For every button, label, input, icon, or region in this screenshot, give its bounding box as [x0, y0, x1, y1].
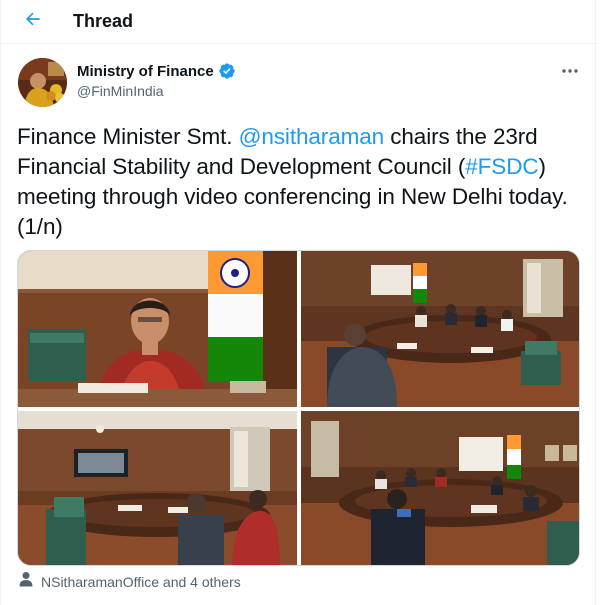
photo-2[interactable]: [301, 251, 579, 407]
tweet-text-part: Finance Minister Smt.: [17, 124, 239, 149]
page-title: Thread: [73, 11, 134, 31]
media-grid: [17, 250, 580, 566]
author-name[interactable]: Ministry of Finance: [77, 63, 214, 80]
mention-link[interactable]: @nsitharaman: [239, 124, 385, 149]
person-icon: [19, 571, 33, 592]
liked-by-text: NSitharamanOffice and 4 others: [41, 573, 241, 590]
arrow-left-icon: [23, 9, 43, 34]
hashtag-link[interactable]: #FSDC: [465, 154, 538, 179]
author-name-row: Ministry of Finance: [77, 62, 236, 80]
more-horizontal-icon: [561, 61, 579, 79]
back-button[interactable]: [15, 4, 51, 40]
photo-4[interactable]: [301, 411, 579, 565]
verified-badge-icon: [218, 62, 236, 80]
author-handle[interactable]: @FinMinIndia: [77, 83, 164, 99]
tweet-text: Finance Minister Smt. @nsitharaman chair…: [17, 122, 577, 242]
liked-by-row[interactable]: NSitharamanOffice and 4 others: [19, 571, 241, 592]
avatar[interactable]: [18, 58, 67, 107]
thread-header: Thread: [1, 0, 597, 44]
photo-1[interactable]: [18, 251, 297, 407]
more-options-button[interactable]: [556, 60, 584, 80]
photo-3[interactable]: [18, 411, 297, 565]
thread-view: Thread Ministry of Finance @FinMinIndia …: [0, 0, 597, 605]
